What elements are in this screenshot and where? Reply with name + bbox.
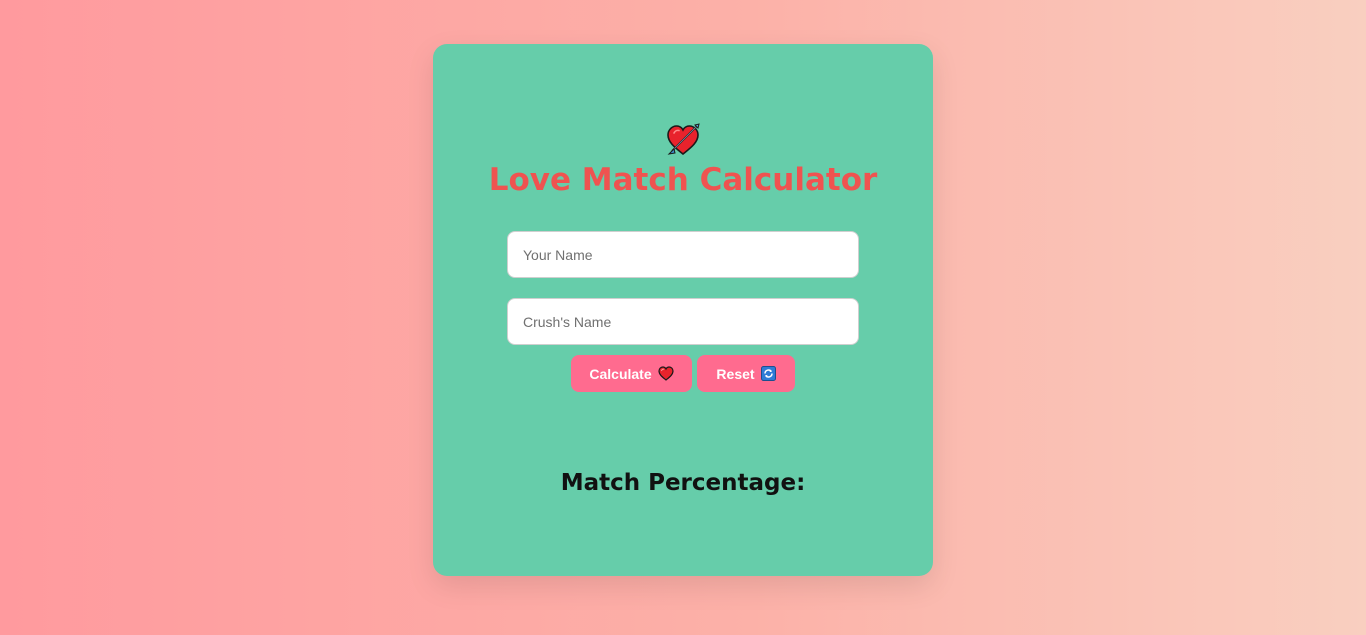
reset-button[interactable]: Reset xyxy=(697,355,795,392)
crush-name-input[interactable] xyxy=(507,298,859,345)
refresh-icon xyxy=(760,366,776,381)
page-title: Love Match Calculator xyxy=(488,162,878,198)
reset-button-label: Reset xyxy=(716,365,755,382)
red-heart-icon xyxy=(658,366,674,381)
match-percentage-label: Match Percentage: xyxy=(560,470,806,496)
calculator-card: Love Match Calculator Calculate Reset Ma… xyxy=(433,44,933,576)
calculate-button-label: Calculate xyxy=(589,365,652,382)
your-name-input[interactable] xyxy=(507,231,859,278)
heart-with-arrow-icon xyxy=(667,123,700,156)
calculate-button[interactable]: Calculate xyxy=(571,355,692,392)
